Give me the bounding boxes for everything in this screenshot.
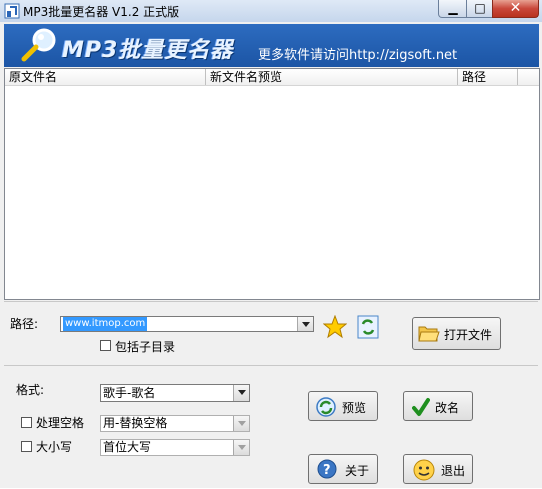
column-header-new-name-preview[interactable]: 新文件名预览 [206,69,458,85]
exit-button[interactable]: 退出 [403,454,473,484]
about-label: 关于 [345,464,370,478]
format-combobox[interactable]: 歌手-歌名 [100,384,250,402]
about-button[interactable]: ? 关于 [308,454,378,484]
include-subdirs-checkbox[interactable] [100,340,111,351]
include-subdirs-label: 包括子目录 [115,340,176,354]
file-list[interactable]: 原文件名 新文件名预览 路径 [4,68,540,300]
chevron-down-icon[interactable] [233,440,249,455]
website-link[interactable]: 更多软件请访问http://zigsoft.net [258,44,457,63]
rename-label: 改名 [435,401,460,415]
preview-button[interactable]: 预览 [308,391,378,421]
window-title: MP3批量更名器 V1.2 正式版 [23,5,180,19]
path-value: www.itmop.com [63,317,148,331]
app-icon [4,3,20,19]
space-mode-combobox[interactable]: 用-替换空格 [100,415,250,432]
open-file-label: 打开文件 [444,328,493,342]
case-label: 大小写 [36,440,73,454]
about-icon: ? [317,459,337,479]
banner: MP3批量更名器 更多软件请访问http://zigsoft.net [4,24,539,67]
open-folder-icon [418,326,440,342]
space-mode-value: 用-替换空格 [103,416,168,430]
refresh-icon[interactable] [357,315,379,339]
preview-label: 预览 [342,401,367,415]
case-checkbox[interactable] [21,441,32,452]
chevron-down-icon[interactable] [233,416,249,431]
svg-text:?: ? [323,463,331,478]
preview-icon [316,397,336,417]
format-value: 歌手-歌名 [103,386,156,400]
favorite-star-icon[interactable] [323,315,347,339]
rename-button[interactable]: 改名 [403,391,473,421]
case-mode-combobox[interactable]: 首位大写 [100,439,250,456]
open-file-button[interactable]: 打开文件 [412,317,501,350]
path-section: 路径: www.itmop.com 包括子目录 打开文件 [4,301,538,366]
close-icon: ✕ [509,0,522,16]
minimize-icon: ▁ [448,1,458,15]
options-section: 格式: 歌手-歌名 处理空格 用-替换空格 大小写 首位大写 预览 改名 ? 关… [4,365,538,489]
process-spaces-checkbox[interactable] [21,417,32,428]
process-spaces-label: 处理空格 [36,416,85,430]
case-mode-value: 首位大写 [103,440,152,454]
close-button[interactable]: ✕ [492,0,539,18]
path-combobox[interactable]: www.itmop.com [60,316,314,332]
maximize-button[interactable]: □ [466,0,494,18]
minimize-button[interactable]: ▁ [438,0,468,18]
app-window: MP3批量更名器 V1.2 正式版 ▁ □ ✕ MP3批量更名器 更多软件请访问… [0,0,542,488]
maximize-icon: □ [474,1,486,15]
list-header: 原文件名 新文件名预览 路径 [5,69,539,86]
chevron-down-icon[interactable] [233,385,249,401]
exit-label: 退出 [441,464,466,478]
magnifier-logo-icon [21,28,56,62]
chevron-down-icon[interactable] [297,317,313,331]
column-header-original-name[interactable]: 原文件名 [5,69,206,85]
path-label: 路径: [10,317,39,331]
title-bar: MP3批量更名器 V1.2 正式版 ▁ □ ✕ [0,0,542,22]
checkmark-icon [412,398,430,416]
exit-face-icon [413,459,435,481]
column-header-path[interactable]: 路径 [458,69,518,85]
banner-title: MP3批量更名器 [62,38,234,63]
format-label: 格式: [16,383,45,397]
